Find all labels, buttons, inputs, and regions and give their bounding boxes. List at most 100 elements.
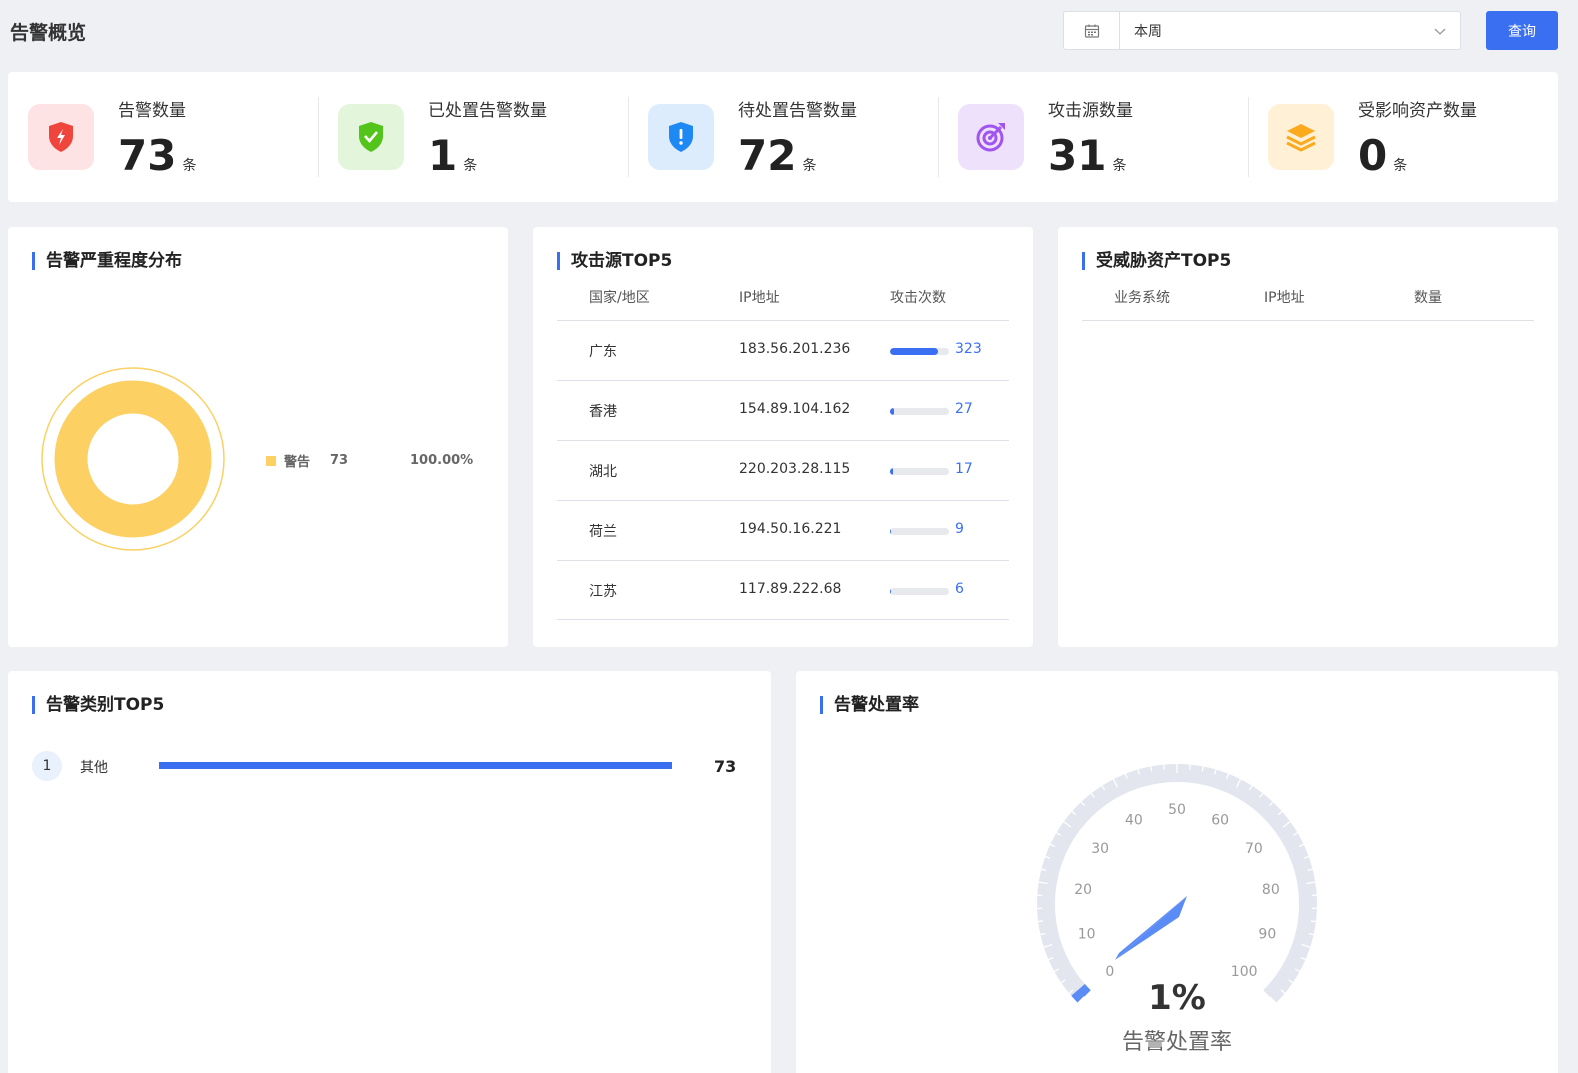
stat-number: 72 [738, 131, 797, 180]
date-range-select[interactable]: 本周 [1063, 11, 1461, 50]
chevron-down-icon[interactable] [1420, 12, 1460, 49]
legend-swatch [266, 455, 276, 466]
col-header-count: 数量 [1414, 290, 1442, 306]
stat-label: 攻击源数量 [1048, 101, 1133, 121]
stat-label: 受影响资产数量 [1358, 101, 1477, 121]
layers-icon [1268, 104, 1334, 170]
stat-item: 受影响资产数量 0条 [1248, 72, 1558, 202]
category-panel: 告警类别TOP5 1 其他 73 [8, 671, 771, 1073]
query-button[interactable]: 查询 [1486, 11, 1558, 50]
gauge-tick [1038, 920, 1044, 923]
stat-label: 告警数量 [118, 101, 186, 121]
cell-region: 荷兰 [589, 524, 617, 540]
count-bar [890, 468, 949, 475]
attack-source-title: 攻击源TOP5 [557, 251, 672, 271]
stat-number: 1 [428, 131, 458, 180]
legend-percent: 100.00% [410, 453, 474, 468]
gauge-tick-label: 80 [1262, 882, 1280, 898]
stat-unit: 条 [463, 158, 478, 174]
stat-number: 73 [118, 131, 177, 180]
table-row[interactable]: 江苏 117.89.222.68 6 [557, 560, 1009, 620]
stat-label: 待处置告警数量 [738, 101, 857, 121]
category-value: 73 [714, 757, 737, 776]
stat-label: 已处置告警数量 [428, 101, 547, 121]
gauge-tick [1201, 766, 1204, 772]
table-header-divider [1082, 320, 1534, 321]
stat-unit: 条 [1112, 158, 1127, 174]
table-bottom-divider [557, 619, 1009, 620]
cell-count: 9 [955, 521, 964, 537]
gauge-tick-label: 90 [1258, 926, 1276, 942]
stat-number: 0 [1358, 131, 1388, 180]
category-row[interactable]: 1 其他 73 [32, 751, 752, 783]
threat-asset-title: 受威胁资产TOP5 [1082, 251, 1231, 271]
severity-panel: 告警严重程度分布 警告 73 100.00% [8, 227, 508, 647]
col-header-ip: IP地址 [739, 290, 780, 306]
cell-ip: 154.89.104.162 [739, 401, 851, 417]
gauge-caption: 告警处置率 [1122, 1030, 1232, 1055]
shield-check-icon [338, 104, 404, 170]
gauge-tick-label: 30 [1091, 841, 1109, 857]
category-name: 其他 [80, 760, 108, 776]
gauge-tick [1310, 920, 1316, 923]
category-rank: 1 [32, 751, 62, 781]
severity-legend-item[interactable]: 警告 73 100.00% [266, 451, 473, 470]
col-header-count: 攻击次数 [890, 290, 946, 306]
stat-value: 1条 [428, 130, 477, 192]
count-bar [890, 528, 949, 535]
cell-region: 湖北 [589, 464, 617, 480]
shield-bolt-icon [28, 104, 94, 170]
gauge-progress [1071, 983, 1091, 1003]
legend-name: 警告 [284, 455, 311, 470]
table-row[interactable]: 湖北 220.203.28.115 17 [557, 440, 1009, 500]
threat-asset-panel: 受威胁资产TOP5 业务系统 IP地址 数量 [1058, 227, 1558, 647]
table-row[interactable]: 香港 154.89.104.162 27 [557, 380, 1009, 440]
page-title: 告警概览 [10, 22, 87, 44]
gauge-tick-label: 70 [1245, 841, 1263, 857]
cell-region: 广东 [589, 344, 617, 360]
stats-card: 告警数量 73 条 已处置告警数量 1条 待处置告警数量 72 条 攻击源数量 31… [8, 72, 1558, 202]
donut-slice-warning[interactable] [54, 380, 212, 538]
stat-item: 已处置告警数量 1条 [318, 72, 628, 202]
gauge-value: 1% [1148, 978, 1206, 1018]
gauge-tick [1150, 766, 1153, 772]
stat-item: 待处置告警数量 72 条 [628, 72, 938, 202]
gauge-tick-label: 0 [1105, 964, 1114, 980]
cell-count: 17 [955, 461, 973, 477]
attack-source-panel: 攻击源TOP5 国家/地区 IP地址 攻击次数 广东 183.56.201.23… [533, 227, 1033, 647]
gauge-tick-label: 100 [1231, 964, 1258, 980]
stat-unit: 条 [802, 158, 817, 174]
table-row[interactable]: 荷兰 194.50.16.221 9 [557, 500, 1009, 560]
count-bar [890, 408, 949, 415]
gauge-tick-label: 10 [1078, 926, 1096, 942]
category-bar [159, 762, 672, 769]
legend-count: 73 [330, 453, 349, 468]
rate-gauge: 0 10 20 30 40 50 60 70 80 90 100 1% 告警处置率 [1037, 764, 1317, 1055]
cell-count: 323 [955, 341, 982, 357]
target-icon [958, 104, 1024, 170]
cell-region: 香港 [589, 404, 617, 420]
col-header-region: 国家/地区 [589, 290, 650, 306]
stat-unit: 条 [182, 158, 197, 174]
calendar-icon[interactable] [1064, 12, 1120, 49]
stat-item: 告警数量 73 条 [8, 72, 318, 202]
count-bar [890, 348, 949, 355]
shield-exclamation-icon [648, 104, 714, 170]
stat-number: 31 [1048, 131, 1107, 180]
stat-value: 73 条 [118, 130, 196, 192]
col-header-ip: IP地址 [1264, 290, 1305, 306]
rate-panel: 告警处置率 0 10 20 30 40 50 60 70 80 90 100 1% 告警处置率 [796, 671, 1558, 1073]
category-title: 告警类别TOP5 [32, 695, 164, 715]
cell-ip: 220.203.28.115 [739, 461, 851, 477]
gauge-tick-label: 50 [1168, 802, 1186, 818]
cell-region: 江苏 [589, 584, 617, 600]
stat-value: 0条 [1358, 130, 1407, 192]
table-row[interactable]: 广东 183.56.201.236 323 [557, 320, 1009, 380]
count-bar [890, 588, 949, 595]
stat-item: 攻击源数量 31 条 [938, 72, 1248, 202]
cell-count: 6 [955, 581, 964, 597]
gauge-tick-label: 40 [1125, 812, 1143, 828]
date-range-value: 本周 [1134, 23, 1162, 40]
stat-unit: 条 [1393, 158, 1408, 174]
cell-ip: 194.50.16.221 [739, 521, 842, 537]
